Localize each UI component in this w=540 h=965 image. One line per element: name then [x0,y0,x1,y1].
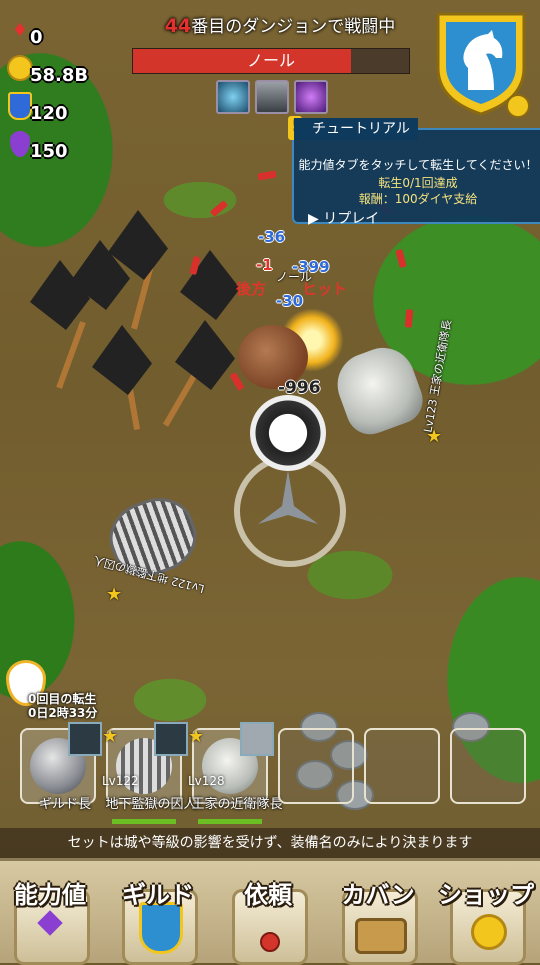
spike-rock-enemy[interactable] [92,325,152,395]
party-slot-1[interactable]: ギルド長 [20,722,102,812]
damage-number: -36 [258,228,286,246]
stats-tab[interactable]: 能力値 [0,869,100,965]
spike-rock-enemy[interactable] [180,250,240,320]
trophy-counter[interactable]: 120 [6,90,106,124]
star-icon: ★ [426,426,443,447]
magic-skill-icon[interactable] [294,80,328,114]
shop-tab[interactable]: ショップ [436,869,536,965]
elixir-value: 150 [30,140,68,162]
bottom-menu: 能力値 ギルド 依頼 カバン ショップ [0,858,540,965]
rebirth-info[interactable]: 0回目の転生 0日2時33分 [2,660,112,720]
knight-emblem-badge[interactable] [432,8,530,118]
gold-counter[interactable]: 58.8B [6,52,106,86]
boss-name: ノール [246,51,295,70]
replay-label: リプレイ [323,211,380,227]
dungeon-title-text: 番目のダンジョンで戦闘中 [191,17,396,37]
range-dash [395,248,407,269]
quest-tab-label: 依頼 [244,881,292,909]
range-dash [257,170,277,181]
party-slot-level: Lv128 [188,774,225,788]
range-dash [404,309,414,328]
spike-rock-enemy[interactable] [175,320,235,390]
party-slot-3[interactable]: ★ Lv128 王家の近衛隊長 [188,722,283,824]
party-slot-empty-6[interactable] [450,728,526,804]
bag-tab[interactable]: カバン [328,869,428,965]
gold-value: 58.8B [30,64,89,86]
tutorial-instruction: 能力値タブをタッチして転生してください！ [298,158,538,172]
damage-number: -1 [256,256,273,274]
dark-equip-icon [154,722,188,756]
spiral-skill-icon[interactable] [216,80,250,114]
gem-value: 0 [30,26,43,48]
gem-counter[interactable]: ♦ 0 [6,14,106,48]
elixir-counter[interactable]: 150 [6,128,106,162]
guild-tab[interactable]: ギルド [108,869,208,965]
star-icon: ★ [106,584,123,605]
party-hp-bar [112,819,176,824]
hit-text: ヒット [302,280,348,298]
range-dash [209,200,229,217]
damage-number: -30 [276,292,304,310]
bag-tab-label: カバン [341,881,415,909]
dungeon-battle-title: 44番目のダンジョンで戦闘中 [120,12,440,37]
set-info-banner: セットは城や等級の影響を受けず、装備名のみにより決まります [0,828,540,858]
helmet-equip-icon [240,722,274,756]
rear-attack-text: 後方 [236,280,267,298]
hero-character[interactable] [250,395,326,471]
star-icon: ★ [102,726,119,747]
trophy-value: 120 [30,102,68,124]
spiral-equip-icon [68,722,102,756]
party-slot-empty-5[interactable] [364,728,440,804]
range-dash [229,371,245,392]
damage-number: -996 [278,378,321,398]
tutorial-header: チュートリアル [294,118,418,140]
dungeon-number: 44 [164,15,192,37]
tutorial-reward: 報酬：100ダイヤ支給 [358,192,478,206]
party-slot-level: Lv122 [102,774,139,788]
tutorial-replay-button[interactable]: ▶ リプレイ [308,208,379,228]
spike-shaft [56,321,86,389]
party-slot-name: 王家の近衛隊長 [191,797,283,812]
stats-tab-label: 能力値 [14,881,86,909]
party-hp-bar [198,819,262,824]
emblem-badge-coin [506,94,530,118]
helmet-skill-icon[interactable] [255,80,289,114]
party-slot-2[interactable]: ★ Lv122 地下監獄の囚人 [102,722,197,824]
star-icon: ★ [188,726,205,747]
guild-tab-label: ギルド [122,881,194,909]
quest-tab[interactable]: 依頼 [218,869,318,965]
boss-hp-bar: ノール [132,48,410,74]
tutorial-progress: 転生0/1回達成 [378,176,458,190]
rebirth-time: 0日2時33分 [28,706,98,720]
shop-tab-label: ショップ [438,881,534,909]
party-slot-empty-4[interactable] [278,728,354,804]
